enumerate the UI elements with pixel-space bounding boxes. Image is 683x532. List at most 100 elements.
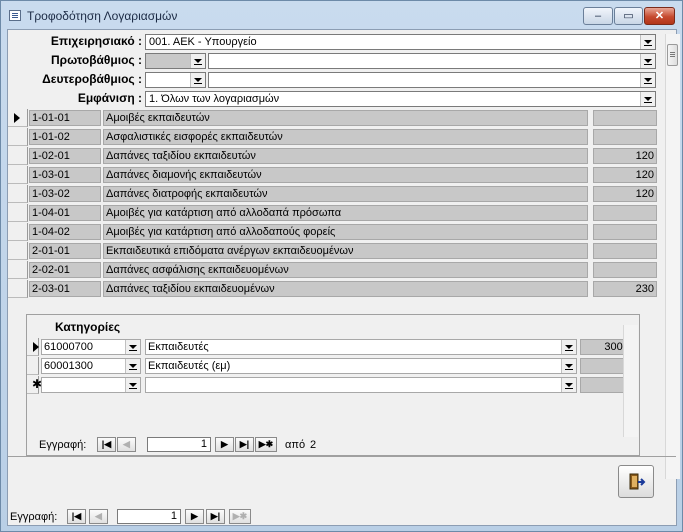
category-code-dropdown-icon[interactable] xyxy=(125,340,140,354)
category-desc-cell[interactable]: Εκπαιδευτές (εμ) xyxy=(145,358,577,374)
category-desc-dropdown-icon[interactable] xyxy=(561,340,576,354)
main-next-record-button[interactable]: ▶ xyxy=(185,509,204,524)
main-prev-record-button[interactable]: ◀ xyxy=(89,509,108,524)
emf-value: 1. Όλων των λογαριασμών xyxy=(149,93,280,105)
categories-subform: Κατηγορίες 61000700 Εκπαιδευτές 30000 60001… xyxy=(26,314,640,456)
prot-label: Πρωτοβάθμιος : xyxy=(50,53,142,67)
row-selector[interactable] xyxy=(8,261,28,279)
subform-total: 2 xyxy=(310,439,317,451)
prev-record-button[interactable]: ◀ xyxy=(117,437,136,452)
account-amount-cell[interactable] xyxy=(593,243,657,259)
account-amount-cell[interactable] xyxy=(593,262,657,278)
account-code-cell[interactable]: 2-01-01 xyxy=(29,243,101,259)
row-selector[interactable] xyxy=(8,109,28,127)
account-desc-cell[interactable]: Εκπαιδευτικά επιδόματα ανέργων εκπαιδευο… xyxy=(103,243,588,259)
exit-button[interactable] xyxy=(618,465,654,498)
account-code-cell[interactable]: 1-01-02 xyxy=(29,129,101,145)
scroll-thumb[interactable] xyxy=(667,44,678,66)
account-desc-cell[interactable]: Δαπάνες διατροφής εκπαιδευτών xyxy=(103,186,588,202)
emf-label: Εμφάνιση : xyxy=(77,91,142,105)
subform-of-label: από xyxy=(285,439,306,451)
new-record-button[interactable]: ▶✱ xyxy=(255,437,277,452)
close-button[interactable]: ✕ xyxy=(644,7,675,25)
account-code-cell[interactable]: 1-01-01 xyxy=(29,110,101,126)
deut-label: Δευτεροβάθμιος : xyxy=(42,72,142,86)
account-code-cell[interactable]: 1-04-01 xyxy=(29,205,101,221)
emf-combo[interactable]: 1. Όλων των λογαριασμών xyxy=(145,91,656,107)
row-selector[interactable] xyxy=(8,223,28,241)
account-desc-cell[interactable]: Αμοιβές για κατάρτιση από αλλοδαπούς φορ… xyxy=(103,224,588,240)
new-row-selector[interactable] xyxy=(27,376,42,394)
subform-record-input[interactable]: 1 xyxy=(147,437,211,452)
last-record-button[interactable]: ▶| xyxy=(235,437,254,452)
account-code-cell[interactable]: 1-03-02 xyxy=(29,186,101,202)
form-icon xyxy=(9,10,21,21)
account-amount-cell[interactable]: 120 xyxy=(593,186,657,202)
prot-desc-combo[interactable] xyxy=(208,53,656,69)
category-desc-dropdown-icon[interactable] xyxy=(561,378,576,392)
row-selector[interactable] xyxy=(8,166,28,184)
category-code-dropdown-icon[interactable] xyxy=(125,378,140,392)
prot-code-dropdown-icon[interactable] xyxy=(190,54,205,68)
account-desc-cell[interactable]: Αμοιβές για κατάρτιση από αλλοδαπά πρόσω… xyxy=(103,205,588,221)
account-desc-cell[interactable]: Δαπάνες ταξιδίου εκπαιδευτών xyxy=(103,148,588,164)
subform-scrollbar[interactable] xyxy=(623,325,638,437)
account-amount-cell[interactable]: 120 xyxy=(593,148,657,164)
window-title: Τροφοδότηση Λογαριασμών xyxy=(27,9,178,23)
account-amount-cell[interactable] xyxy=(593,224,657,240)
maximize-button[interactable]: ▭ xyxy=(614,7,643,25)
next-record-button[interactable]: ▶ xyxy=(215,437,234,452)
subrow-selector[interactable] xyxy=(27,357,39,375)
title-bar: Τροφοδότηση Λογαριασμών – ▭ ✕ xyxy=(1,1,682,31)
main-first-record-button[interactable]: |◀ xyxy=(67,509,86,524)
main-record-label: Εγγραφή: xyxy=(10,511,58,523)
row-selector[interactable] xyxy=(8,128,28,146)
main-new-record-button[interactable]: ▶✱ xyxy=(229,509,251,524)
subform-title: Κατηγορίες xyxy=(55,320,121,334)
subform-record-label: Εγγραφή: xyxy=(39,439,87,451)
account-desc-cell[interactable]: Δαπάνες ταξιδίου εκπαιδευομένων xyxy=(103,281,588,297)
form-scrollbar[interactable] xyxy=(665,34,680,479)
deut-desc-combo[interactable] xyxy=(208,72,656,88)
account-amount-cell[interactable] xyxy=(593,110,657,126)
row-selector[interactable] xyxy=(8,280,28,298)
main-record-input[interactable]: 1 xyxy=(117,509,181,524)
account-amount-cell[interactable] xyxy=(593,205,657,221)
account-code-cell[interactable]: 2-03-01 xyxy=(29,281,101,297)
form-footer xyxy=(8,456,676,501)
account-desc-cell[interactable]: Δαπάνες διαμονής εκπαιδευτών xyxy=(103,167,588,183)
epix-combo[interactable]: 001. ΑΕΚ - Υπουργείο xyxy=(145,34,656,50)
account-desc-cell[interactable]: Δαπάνες ασφάλισης εκπαιδευομένων xyxy=(103,262,588,278)
epix-label: Επιχειρησιακό : xyxy=(50,34,142,48)
main-last-record-button[interactable]: ▶| xyxy=(206,509,225,524)
category-code-dropdown-icon[interactable] xyxy=(125,359,140,373)
row-selector[interactable] xyxy=(8,185,28,203)
emf-dropdown-icon[interactable] xyxy=(640,92,655,106)
account-code-cell[interactable]: 1-02-01 xyxy=(29,148,101,164)
minimize-button[interactable]: – xyxy=(583,7,613,25)
account-amount-cell[interactable] xyxy=(593,129,657,145)
row-selector[interactable] xyxy=(8,147,28,165)
epix-value: 001. ΑΕΚ - Υπουργείο xyxy=(149,36,257,48)
account-code-cell[interactable]: 2-02-01 xyxy=(29,262,101,278)
account-desc-cell[interactable]: Ασφαλιστικές εισφορές εκπαιδευτών xyxy=(103,129,588,145)
row-selector[interactable] xyxy=(8,242,28,260)
first-record-button[interactable]: |◀ xyxy=(97,437,116,452)
epix-dropdown-icon[interactable] xyxy=(640,35,655,49)
prot-desc-dropdown-icon[interactable] xyxy=(640,54,655,68)
category-desc-cell[interactable]: Εκπαιδευτές xyxy=(145,339,577,355)
account-amount-cell[interactable]: 120 xyxy=(593,167,657,183)
account-desc-cell[interactable]: Αμοιβές εκπαιδευτών xyxy=(103,110,588,126)
application-window: Τροφοδότηση Λογαριασμών – ▭ ✕ Επιχειρησι… xyxy=(0,0,683,532)
form-body: Επιχειρησιακό : 001. ΑΕΚ - Υπουργείο Πρω… xyxy=(7,29,680,526)
account-amount-cell[interactable]: 230 xyxy=(593,281,657,297)
deut-desc-dropdown-icon[interactable] xyxy=(640,73,655,87)
deut-code-dropdown-icon[interactable] xyxy=(190,73,205,87)
category-desc-cell[interactable] xyxy=(145,377,577,393)
account-code-cell[interactable]: 1-03-01 xyxy=(29,167,101,183)
exit-door-icon xyxy=(629,473,646,490)
row-selector[interactable] xyxy=(8,204,28,222)
account-code-cell[interactable]: 1-04-02 xyxy=(29,224,101,240)
subrow-selector[interactable] xyxy=(27,338,39,356)
category-desc-dropdown-icon[interactable] xyxy=(561,359,576,373)
